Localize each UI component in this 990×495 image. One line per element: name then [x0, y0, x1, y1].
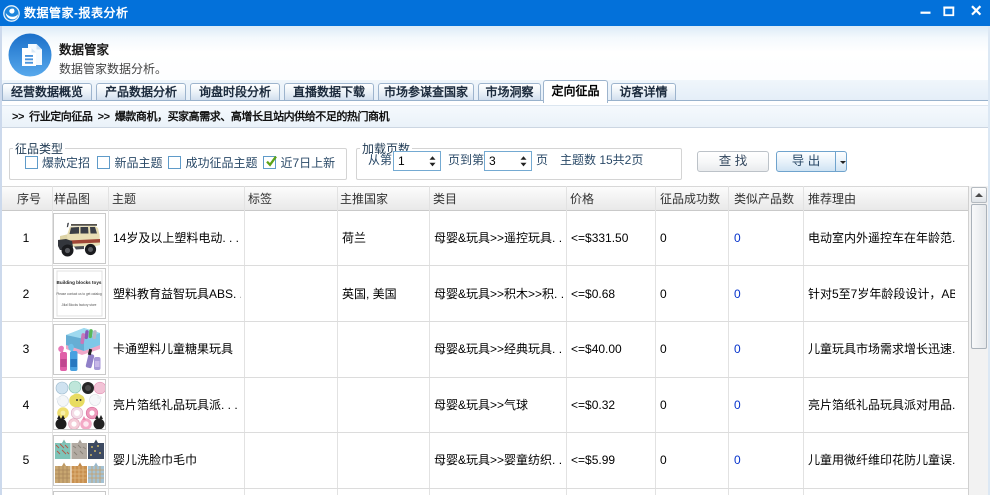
svg-text:Jilial Blocks factory store: Jilial Blocks factory store	[62, 303, 97, 307]
svg-text:Building blocks toys: Building blocks toys	[57, 280, 102, 285]
svg-text:Please contact us to get catal: Please contact us to get catalog	[56, 292, 101, 296]
